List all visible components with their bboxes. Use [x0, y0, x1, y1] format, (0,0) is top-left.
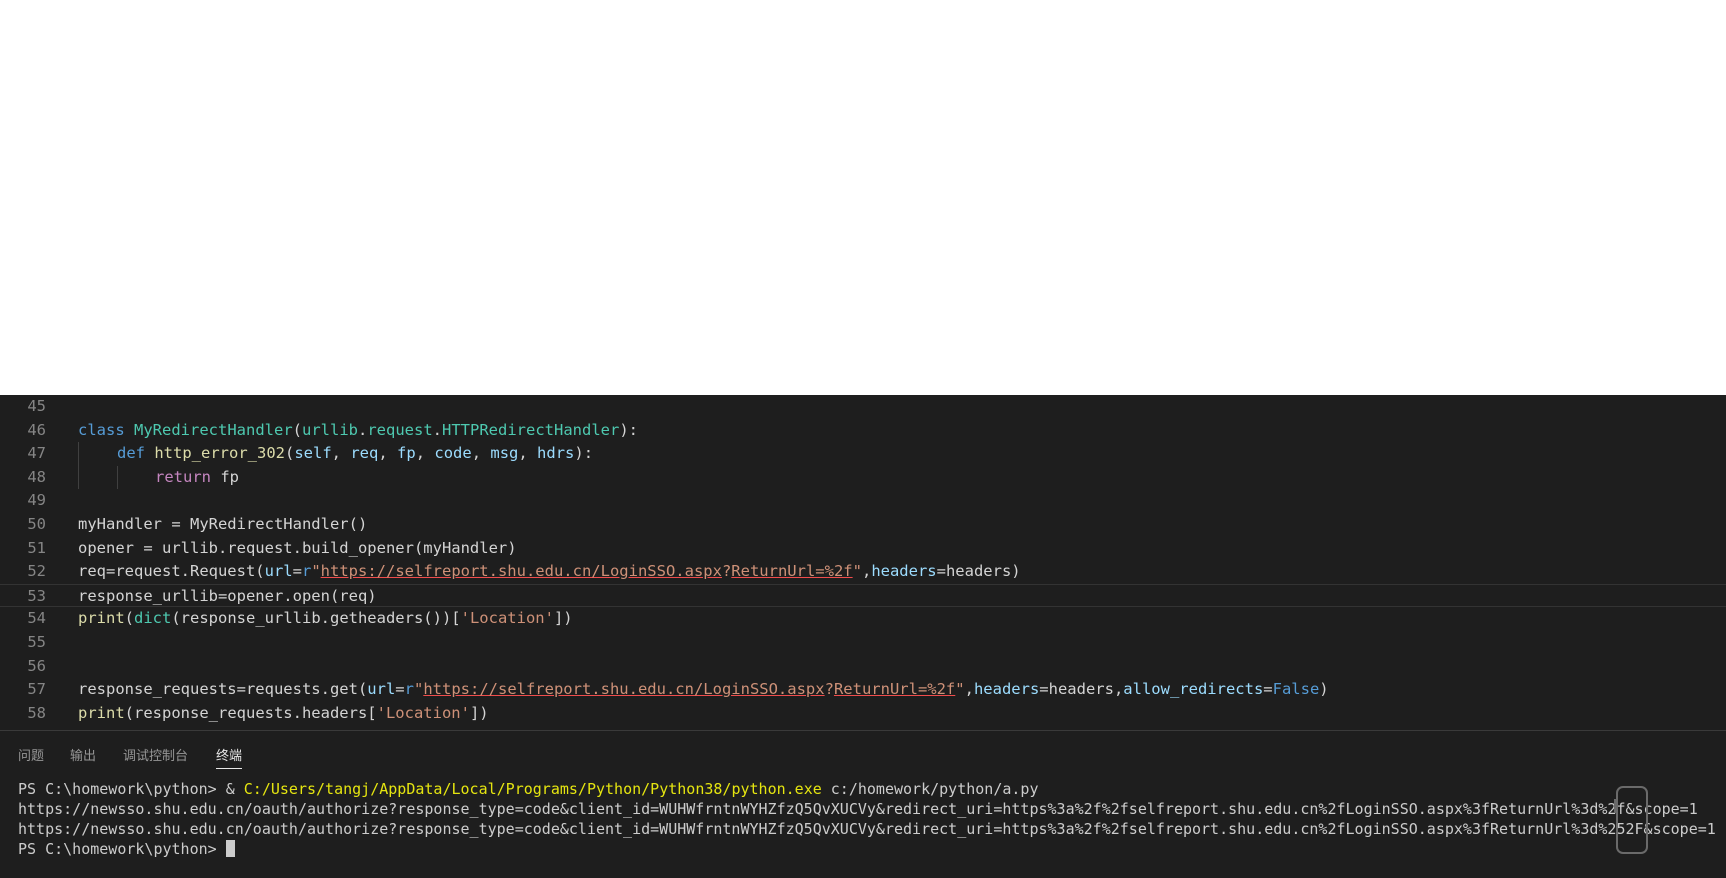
- line-number: 45: [27, 397, 46, 415]
- code-text: class MyRedirectHandler(urllib.request.H…: [78, 420, 638, 439]
- code-text: opener = urllib.request.build_opener(myH…: [78, 538, 517, 557]
- code-line[interactable]: 57 response_requests=requests.get(url=r"…: [0, 678, 1726, 702]
- line-number: 47: [27, 444, 46, 463]
- code-text: def http_error_302(self, req, fp, code, …: [117, 444, 594, 463]
- line-number: 55: [27, 633, 46, 651]
- code-editor[interactable]: 45 46 class MyRedirectHandler(urllib.req…: [0, 395, 1726, 730]
- code-text: req=request.Request(url=r"https://selfre…: [78, 562, 1021, 581]
- code-line[interactable]: 50 myHandler = MyRedirectHandler(): [0, 513, 1726, 537]
- code-line[interactable]: 51 opener = urllib.request.build_opener(…: [0, 537, 1726, 561]
- terminal-line: PS C:\homework\python> & C:/Users/tangj/…: [18, 780, 1039, 798]
- code-line[interactable]: 46 class MyRedirectHandler(urllib.reques…: [0, 419, 1726, 443]
- code-text: print(response_requests.headers['Locatio…: [78, 703, 489, 722]
- terminal-line: https://newsso.shu.edu.cn/oauth/authoriz…: [18, 820, 1716, 838]
- code-line[interactable]: 49: [0, 489, 1726, 513]
- code-text: response_requests=requests.get(url=r"htt…: [78, 680, 1329, 699]
- tab-terminal[interactable]: 终端: [216, 745, 243, 769]
- line-number: 57: [27, 680, 46, 699]
- code-text: myHandler = MyRedirectHandler(): [78, 515, 368, 533]
- code-line-current[interactable]: 53 response_urllib=opener.open(req): [0, 583, 1726, 608]
- code-text: return fp: [155, 467, 239, 486]
- bottom-panel: 问题 输出 调试控制台 终端 PS C:\homework\python> & …: [0, 730, 1726, 878]
- line-number: 56: [27, 656, 46, 675]
- terminal-cursor: [225, 840, 235, 857]
- line-number: 46: [27, 420, 46, 439]
- code-line[interactable]: 47 def http_error_302(self, req, fp, cod…: [0, 442, 1726, 466]
- terminal-prompt[interactable]: PS C:\homework\python>: [18, 839, 235, 859]
- code-line[interactable]: 54 print(dict(response_urllib.getheaders…: [0, 607, 1726, 631]
- line-number: 50: [27, 515, 46, 533]
- code-text: response_urllib=opener.open(req): [78, 586, 377, 605]
- code-line[interactable]: 55: [0, 631, 1726, 655]
- line-number: 51: [27, 538, 46, 557]
- blank-area: [0, 0, 1726, 395]
- tab-output[interactable]: 输出: [70, 745, 96, 764]
- code-line[interactable]: 58 print(response_requests.headers['Loca…: [0, 702, 1726, 726]
- tab-debug-console[interactable]: 调试控制台: [123, 745, 188, 764]
- line-number: 52: [27, 562, 46, 581]
- code-line[interactable]: 56: [0, 655, 1726, 679]
- line-number: 49: [27, 491, 46, 510]
- line-number: 48: [27, 467, 46, 486]
- string-url: https://selfreport.shu.edu.cn/LoginSSO.a…: [423, 680, 825, 699]
- terminal-line: https://newsso.shu.edu.cn/oauth/authoriz…: [18, 800, 1698, 818]
- tab-problems[interactable]: 问题: [18, 745, 44, 764]
- string-url: https://selfreport.shu.edu.cn/LoginSSO.a…: [320, 562, 722, 581]
- line-number: 53: [27, 586, 46, 605]
- code-line[interactable]: 45: [0, 395, 1726, 419]
- code-line[interactable]: 52 req=request.Request(url=r"https://sel…: [0, 560, 1726, 584]
- phone-outline-icon: [1614, 786, 1648, 854]
- code-text: print(dict(response_urllib.getheaders())…: [78, 609, 573, 628]
- line-number: 58: [27, 703, 46, 722]
- code-line[interactable]: 48 return fp: [0, 466, 1726, 490]
- line-number: 54: [27, 609, 46, 628]
